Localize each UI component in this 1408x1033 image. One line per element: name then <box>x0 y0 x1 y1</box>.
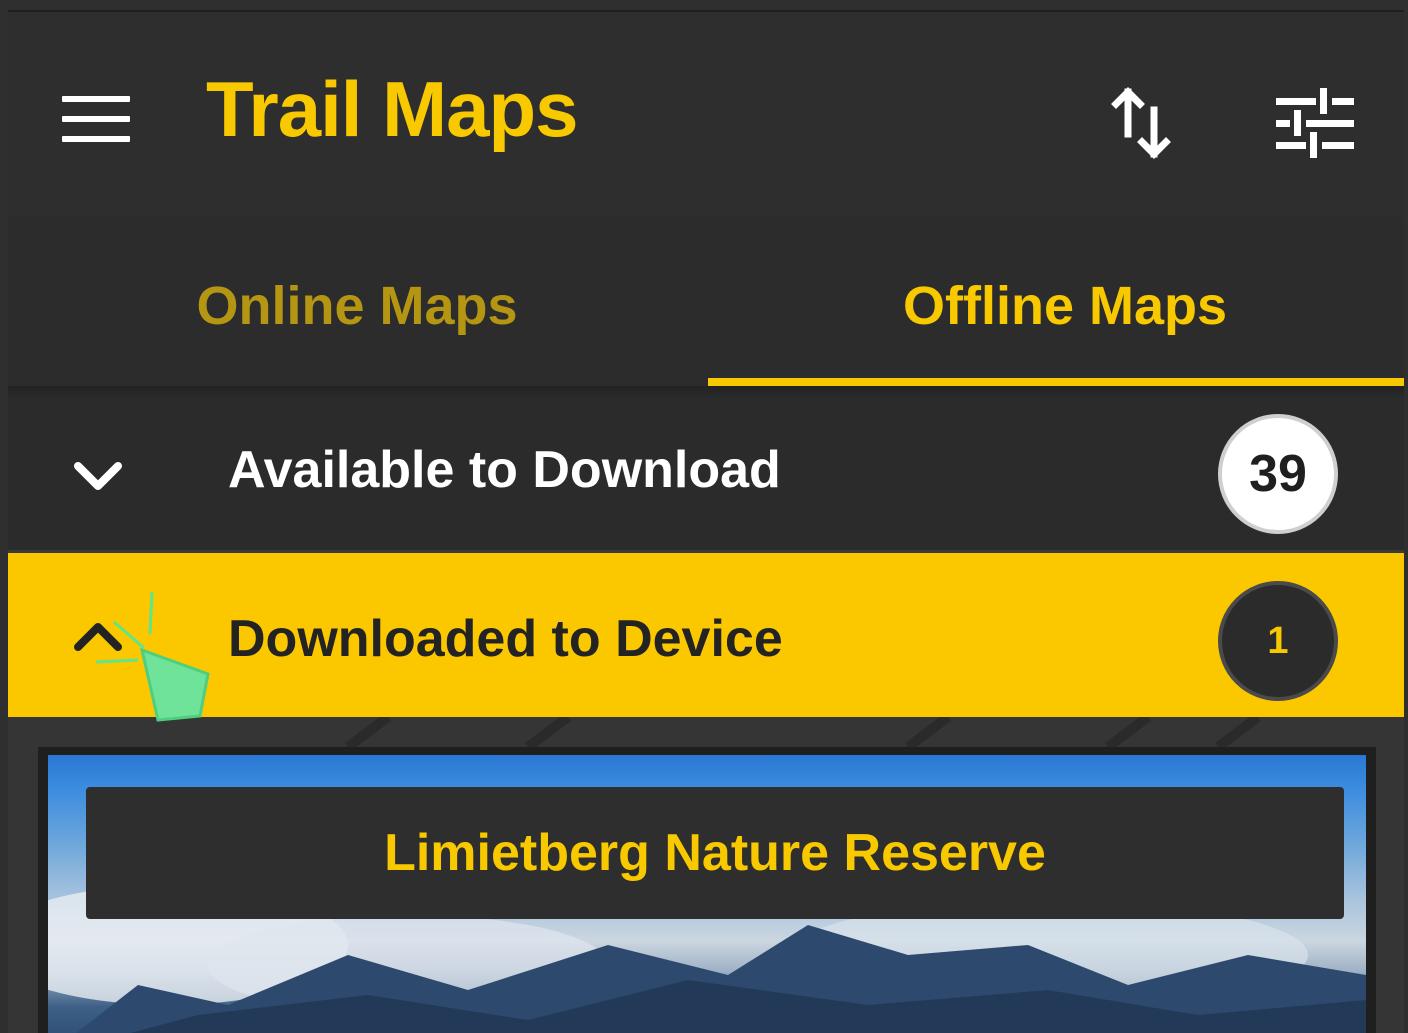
section-available-to-download[interactable]: Available to Download 39 <box>8 400 1404 553</box>
map-card-title-box: Limietberg Nature Reserve <box>86 787 1344 919</box>
sliders-icon[interactable] <box>1276 86 1354 162</box>
count-badge: 1 <box>1218 581 1338 701</box>
section-label: Available to Download <box>228 441 781 499</box>
hamburger-menu-icon[interactable] <box>56 90 140 150</box>
tab-online-maps-label: Online Maps <box>196 276 518 336</box>
tab-offline-maps[interactable]: Offline Maps <box>706 217 1404 395</box>
count-badge: 39 <box>1218 414 1338 534</box>
section-downloaded-to-device[interactable]: Downloaded to Device 1 <box>8 553 1404 717</box>
tab-bar-shadow <box>8 386 1404 400</box>
app-title: Trail Maps <box>206 65 578 153</box>
app-frame: Trail Maps Online Maps Offline Maps Avai… <box>8 10 1404 1033</box>
map-card-title: Limietberg Nature Reserve <box>384 824 1046 882</box>
sort-arrows-icon[interactable] <box>1106 82 1176 166</box>
map-card-image: Limietberg Nature Reserve <box>48 755 1366 1033</box>
tab-bar: Online Maps Offline Maps <box>8 217 1404 395</box>
map-card-limietberg[interactable]: Limietberg Nature Reserve <box>38 747 1376 1033</box>
chevron-down-icon[interactable] <box>66 458 130 498</box>
section-label: Downloaded to Device <box>228 610 783 668</box>
tab-offline-maps-label: Offline Maps <box>902 276 1228 336</box>
tab-online-maps[interactable]: Online Maps <box>8 217 706 395</box>
app-bar: Trail Maps <box>8 12 1404 217</box>
chevron-up-icon[interactable] <box>66 615 130 655</box>
active-tab-indicator <box>708 378 1404 386</box>
